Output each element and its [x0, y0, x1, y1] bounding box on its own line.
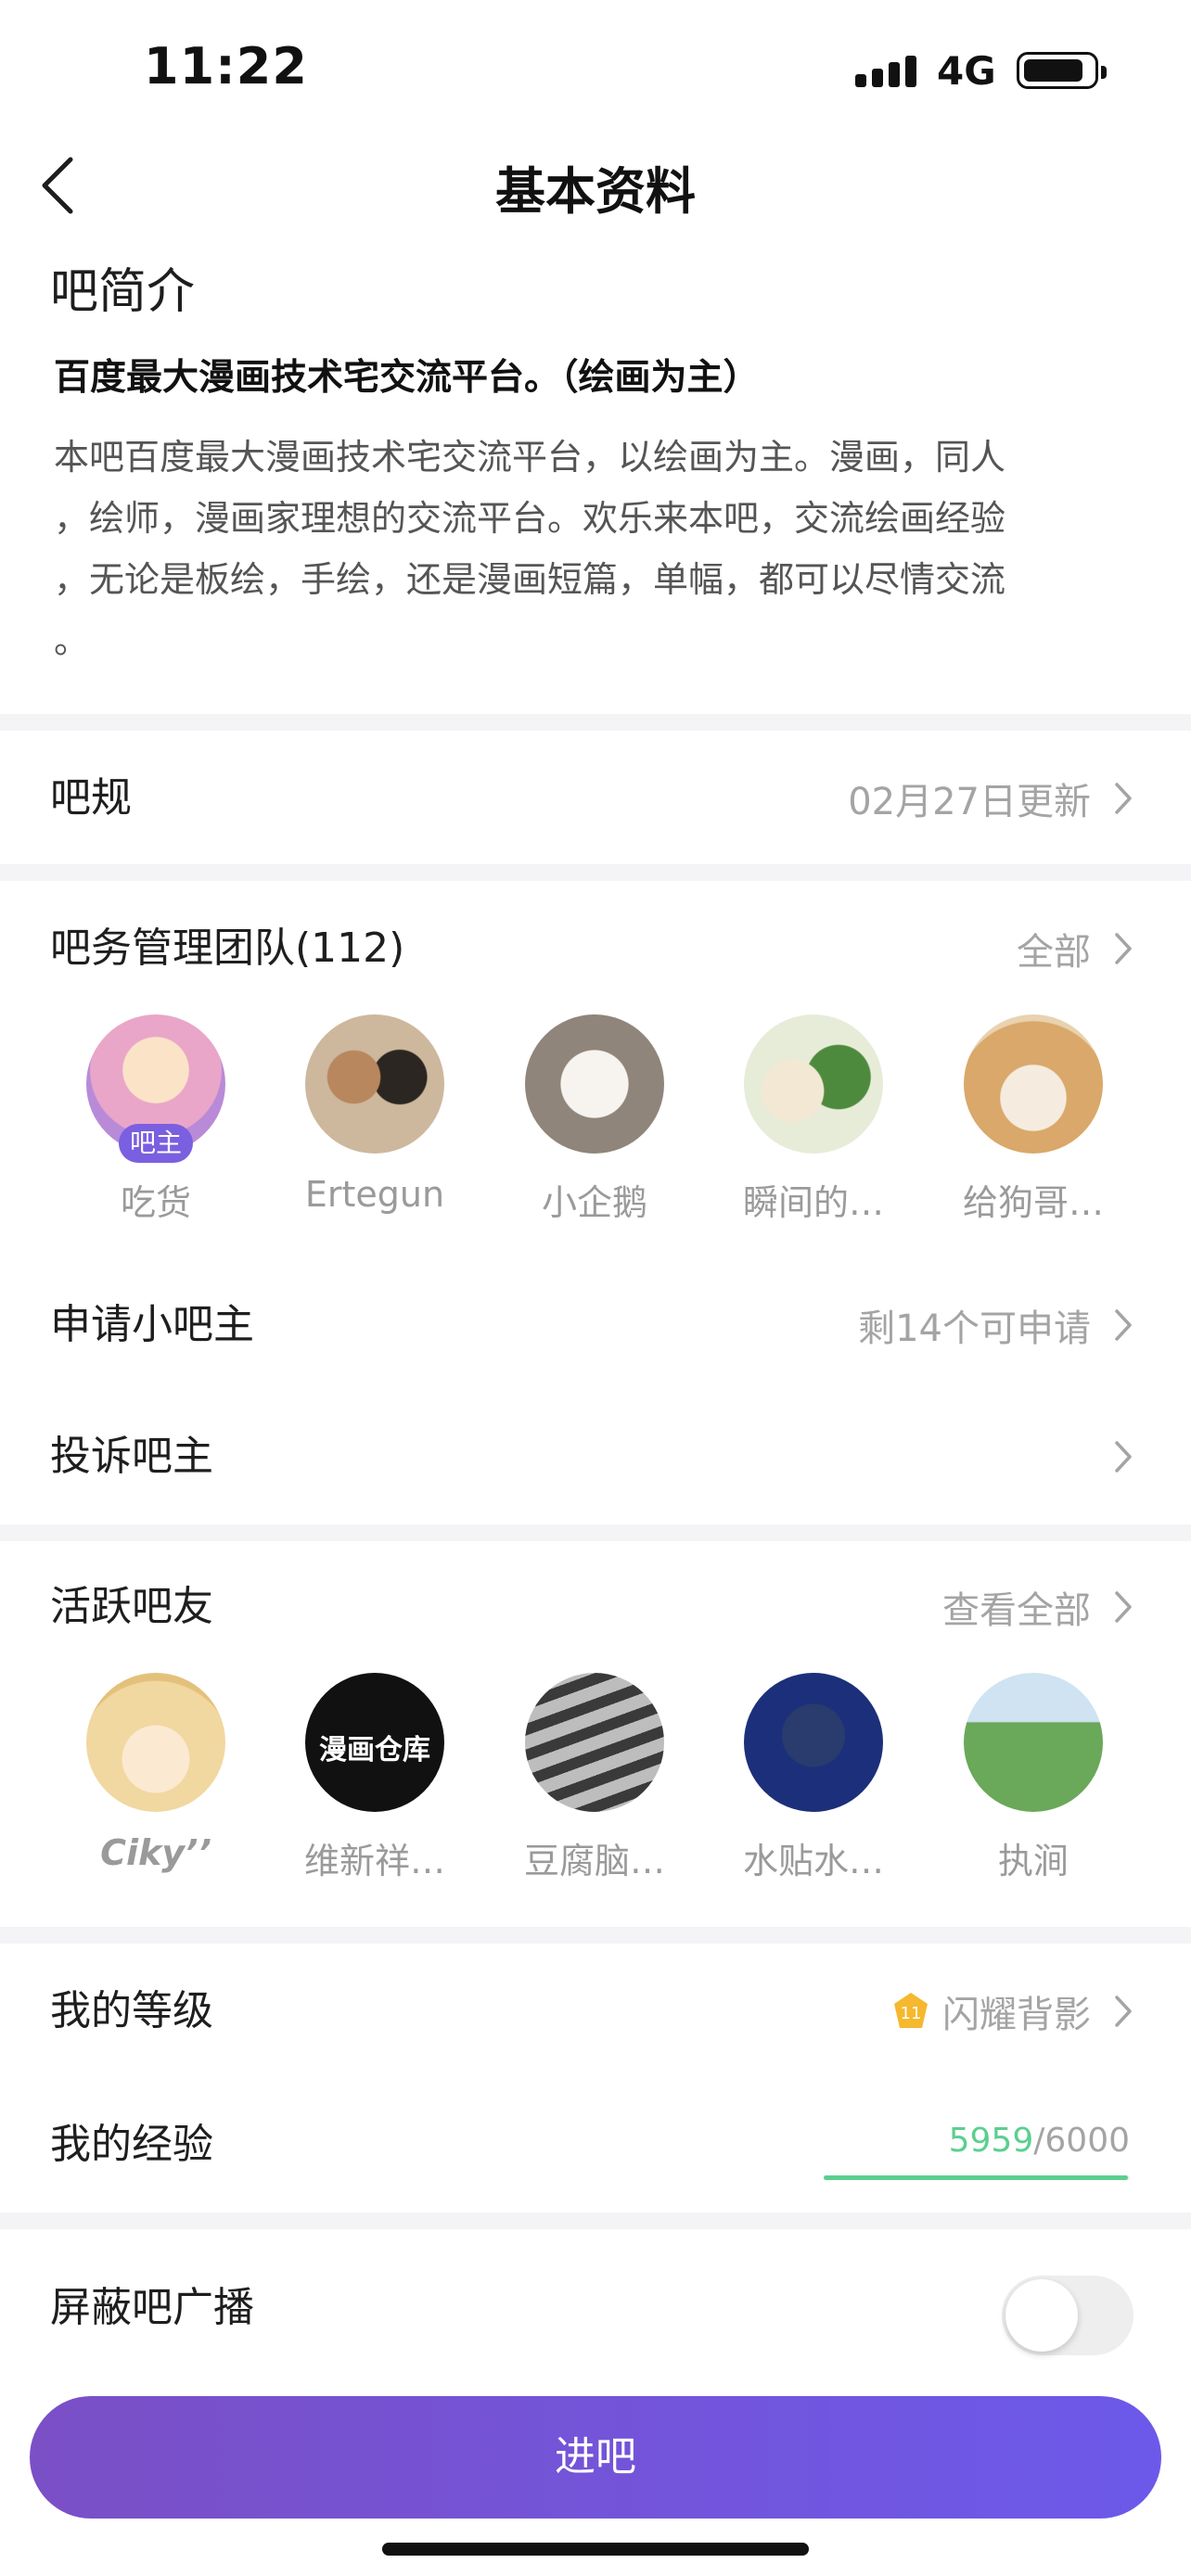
active-member[interactable]: Ciky’’: [63, 1673, 249, 1873]
avatar: [964, 1673, 1103, 1812]
section-divider: [0, 864, 1191, 881]
experience-meter: 5959/6000: [824, 2094, 1130, 2196]
active-members-row[interactable]: 活跃吧友 查看全部: [0, 1556, 1191, 1658]
block-broadcast-row: 屏蔽吧广播: [0, 2248, 1191, 2368]
active-members-label: 活跃吧友: [50, 1583, 213, 1630]
battery-icon: [1017, 52, 1107, 89]
status-bar: 11:22 4G: [0, 0, 1191, 130]
chevron-right-icon: [1115, 933, 1132, 964]
experience-current: 5959: [948, 2122, 1034, 2160]
active-member[interactable]: 豆腐脑…: [502, 1673, 687, 1883]
nav-bar: 基本资料: [0, 130, 1191, 241]
toggle-knob: [1005, 2279, 1078, 2352]
report-owner-label: 投诉吧主: [50, 1433, 213, 1480]
my-experience-label: 我的经验: [50, 2121, 213, 2168]
active-avatar-list: Ciky’’ 漫画仓库 维新祥… 豆腐脑… 水贴水… 执涧: [0, 1673, 1191, 1895]
intro-line: ，绘师，漫画家理想的交流平台。欢乐来本吧，交流绘画经验: [54, 498, 1006, 539]
team-member[interactable]: 给狗哥…: [941, 1014, 1126, 1225]
active-member[interactable]: 漫画仓库 维新祥…: [282, 1673, 467, 1883]
level-badge-icon: 11: [894, 1993, 928, 2028]
rules-row[interactable]: 吧规 02月27日更新: [0, 747, 1191, 849]
avatar: [86, 1673, 225, 1812]
experience-value: 5959/6000: [949, 2122, 1130, 2160]
block-broadcast-label: 屏蔽吧广播: [50, 2284, 254, 2331]
member-name: Ciky’’: [100, 1832, 211, 1873]
my-level-label: 我的等级: [50, 1987, 213, 2034]
team-member[interactable]: 小企鹅: [502, 1014, 687, 1225]
intro-line: 本吧百度最大漫画技术宅交流平台，以绘画为主。漫画，同人: [54, 437, 1006, 478]
team-member[interactable]: 瞬间的…: [721, 1014, 906, 1225]
team-all-link: 全部: [1017, 931, 1091, 974]
team-row[interactable]: 吧务管理团队(112) 全部: [0, 898, 1191, 1000]
apply-moderator-label: 申请小吧主: [50, 1301, 254, 1348]
owner-badge: 吧主: [119, 1124, 193, 1163]
intro-line: ，无论是板绘，手绘，还是漫画短篇，单幅，都可以尽情交流: [54, 559, 1006, 600]
intro-subtitle: 百度最大漫画技术宅交流平台。（绘画为主）: [54, 357, 760, 399]
experience-total: /6000: [1033, 2122, 1130, 2160]
section-divider: [0, 1524, 1191, 1541]
enter-forum-button[interactable]: 进吧: [30, 2396, 1161, 2519]
chevron-right-icon: [1115, 783, 1132, 814]
section-divider: [0, 1927, 1191, 1944]
avatar: [305, 1014, 444, 1154]
avatar-logo-text: 漫画仓库: [319, 1734, 430, 1766]
avatar: [744, 1673, 883, 1812]
member-name: 瞬间的…: [742, 1182, 884, 1223]
team-member[interactable]: 吧主 吃货: [63, 1014, 249, 1225]
member-name: 豆腐脑…: [523, 1841, 665, 1881]
avatar: [525, 1673, 664, 1812]
avatar: [744, 1014, 883, 1154]
active-member[interactable]: 执涧: [941, 1673, 1126, 1883]
my-experience-row: 我的经验 5959/6000: [0, 2094, 1191, 2196]
my-level-row[interactable]: 我的等级 11 闪耀背影: [0, 1960, 1191, 2062]
network-type: 4G: [937, 48, 996, 94]
apply-remaining: 剩14个可申请: [858, 1307, 1091, 1350]
avatar: [964, 1014, 1103, 1154]
chevron-right-icon: [1115, 1591, 1132, 1623]
experience-track: [824, 2175, 1130, 2180]
experience-fill: [824, 2175, 1128, 2180]
level-title: 闪耀背影: [942, 1994, 1091, 2036]
team-member[interactable]: Ertegun: [282, 1014, 467, 1215]
chevron-right-icon: [1115, 1441, 1132, 1473]
rules-label: 吧规: [50, 774, 132, 822]
avatar: [525, 1014, 664, 1154]
active-member[interactable]: 水贴水…: [721, 1673, 906, 1883]
rules-update-date: 02月27日更新: [848, 781, 1091, 823]
chevron-right-icon: [1115, 1309, 1132, 1341]
member-name: 维新祥…: [303, 1841, 445, 1881]
member-name: Ertegun: [304, 1174, 445, 1215]
block-broadcast-toggle[interactable]: [1002, 2276, 1133, 2355]
intro-body: 本吧百度最大漫画技术宅交流平台，以绘画为主。漫画，同人 ，绘师，漫画家理想的交流…: [54, 427, 1148, 671]
signal-icon: [855, 52, 916, 87]
avatar: 漫画仓库: [305, 1673, 444, 1812]
member-name: 给狗哥…: [962, 1182, 1104, 1223]
bottom-bar: 进吧: [0, 2366, 1191, 2576]
status-time: 11:22: [144, 37, 308, 96]
member-name: 执涧: [997, 1841, 1069, 1881]
apply-moderator-row[interactable]: 申请小吧主 剩14个可申请: [0, 1274, 1191, 1376]
home-indicator: [382, 2543, 809, 2556]
team-label: 吧务管理团队(112): [50, 925, 405, 972]
member-name: 小企鹅: [541, 1182, 647, 1223]
page-title: 基本资料: [495, 162, 696, 221]
intro-line: 。: [54, 620, 90, 661]
intro-heading: 吧简介: [50, 264, 196, 320]
member-name: 水贴水…: [742, 1841, 884, 1881]
chevron-right-icon: [1115, 1996, 1132, 2027]
section-divider: [0, 2213, 1191, 2229]
view-all-link: 查看全部: [942, 1589, 1091, 1632]
section-divider: [0, 714, 1191, 731]
team-avatar-list: 吧主 吃货 Ertegun 小企鹅 瞬间的… 给狗哥…: [0, 1014, 1191, 1237]
level-badge-number: 11: [901, 2004, 922, 2023]
member-name: 吃货: [120, 1182, 191, 1223]
report-owner-row[interactable]: 投诉吧主: [0, 1406, 1191, 1508]
